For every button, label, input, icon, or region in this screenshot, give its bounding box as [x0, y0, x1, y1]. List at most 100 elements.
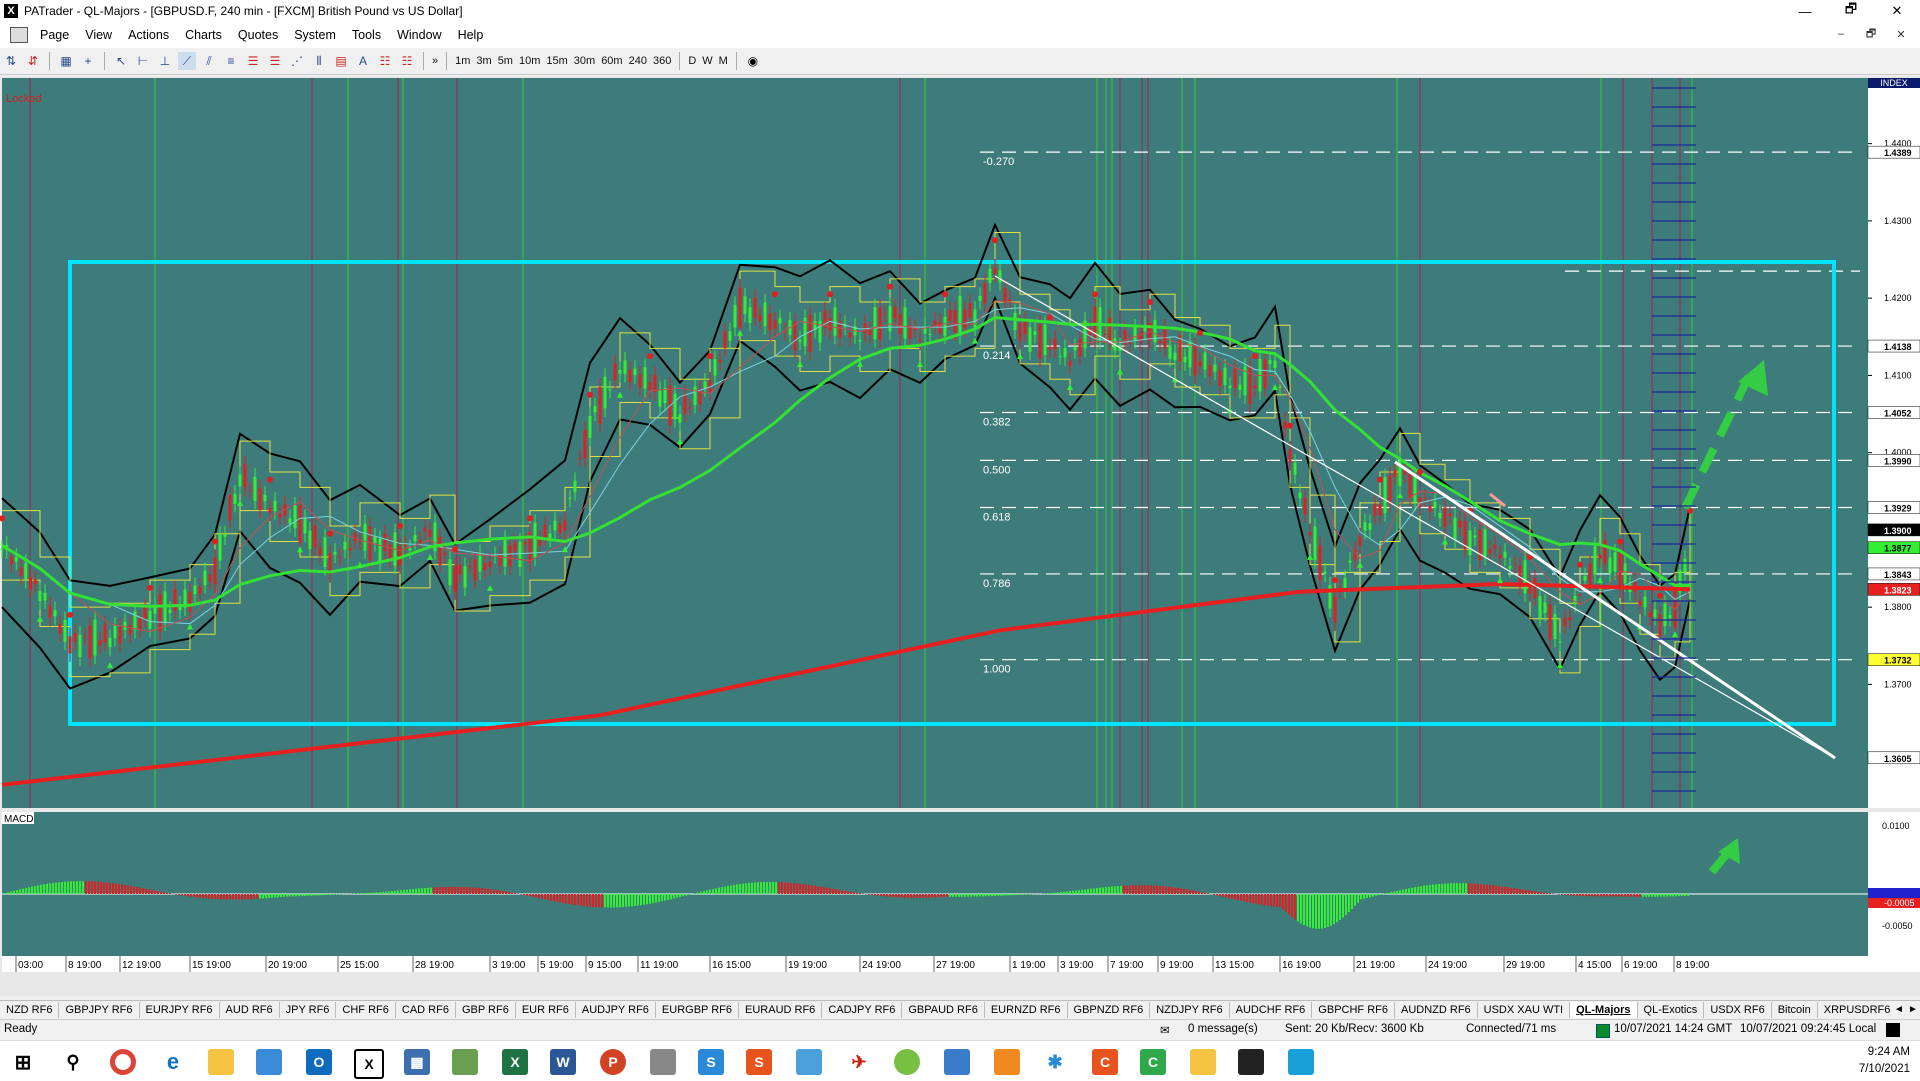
price-pane[interactable]	[2, 78, 1868, 808]
tab-audjpy-rf6[interactable]: AUDJPY RF6	[576, 1002, 656, 1018]
tab-aud-rf6[interactable]: AUD RF6	[220, 1002, 280, 1018]
trendline-icon[interactable]: ⟋	[178, 52, 196, 70]
menu-page[interactable]: Page	[32, 28, 77, 42]
search-icon[interactable]: ⚲	[60, 1049, 86, 1075]
tab-usdx-xau-wti[interactable]: USDX XAU WTI	[1478, 1002, 1570, 1018]
excel-icon[interactable]: X	[502, 1049, 528, 1075]
chart-icon[interactable]: ▦	[57, 52, 75, 70]
menu-charts[interactable]: Charts	[177, 28, 230, 42]
taskbar-clock[interactable]: 9:24 AM 7/10/2021	[1859, 1044, 1910, 1078]
tab-gbpnzd-rf6[interactable]: GBPNZD RF6	[1068, 1002, 1151, 1018]
tab-bitcoin[interactable]: Bitcoin	[1772, 1002, 1818, 1018]
app-icon-6[interactable]: ✈	[846, 1049, 872, 1075]
crosshair-icon[interactable]: +	[79, 52, 97, 70]
tab-euraud-rf6[interactable]: EURAUD RF6	[739, 1002, 822, 1018]
buy-icon[interactable]: ⇅	[2, 52, 20, 70]
page-icon[interactable]	[10, 27, 28, 43]
tab-audchf-rf6[interactable]: AUDCHF RF6	[1230, 1002, 1313, 1018]
tf-10m[interactable]: 10m	[516, 55, 543, 67]
price-chart[interactable]: -0.2700.2140.3820.5000.6180.7861.000 Loc…	[0, 76, 1920, 996]
tab-nzd-rf6[interactable]: NZD RF6	[0, 1002, 59, 1018]
tf-15m[interactable]: 15m	[543, 55, 570, 67]
chrome-icon[interactable]	[110, 1049, 136, 1075]
menu-tools[interactable]: Tools	[344, 28, 389, 42]
mdi-minimize-button[interactable]: ‒	[1830, 26, 1852, 42]
tab-gbpaud-rf6[interactable]: GBPAUD RF6	[902, 1002, 984, 1018]
app-icon-2[interactable]	[452, 1049, 478, 1075]
mdi-restore-button[interactable]: 🗗	[1860, 26, 1882, 42]
tf-d[interactable]: D	[685, 55, 699, 67]
gann-icon[interactable]: ☷	[376, 52, 394, 70]
tab-audnzd-rf6[interactable]: AUDNZD RF6	[1395, 1002, 1478, 1018]
app-icon-1[interactable]	[256, 1049, 282, 1075]
fibonacci-icon[interactable]: ≡	[222, 52, 240, 70]
tab-chf-rf6[interactable]: CHF RF6	[336, 1002, 395, 1018]
file-explorer-icon[interactable]	[208, 1049, 234, 1075]
app-icon-4[interactable]: S	[746, 1049, 772, 1075]
tab-gbp-rf6[interactable]: GBP RF6	[456, 1002, 516, 1018]
menu-window[interactable]: Window	[389, 28, 449, 42]
tab-next-icon[interactable]: ►	[1906, 1001, 1920, 1019]
app-icon-9[interactable]	[994, 1049, 1020, 1075]
app-icon-3[interactable]	[650, 1049, 676, 1075]
outlook-icon[interactable]: O	[306, 1049, 332, 1075]
mdi-close-button[interactable]: ✕	[1890, 26, 1912, 42]
tab-usdx-rf6[interactable]: USDX RF6	[1704, 1002, 1771, 1018]
tf-5m[interactable]: 5m	[495, 55, 516, 67]
tab-gbpjpy-rf6[interactable]: GBPJPY RF6	[59, 1002, 139, 1018]
edge-icon[interactable]: e	[160, 1049, 186, 1075]
tab-eurnzd-rf6[interactable]: EURNZD RF6	[985, 1002, 1068, 1018]
fib-extension-icon[interactable]: ☰	[266, 52, 284, 70]
chart-window[interactable]: -0.2700.2140.3820.5000.6180.7861.000 Loc…	[0, 76, 1920, 986]
toolbar-overflow[interactable]: »	[429, 55, 441, 67]
tab-prev-icon[interactable]: ◄	[1892, 1001, 1906, 1019]
minimize-button[interactable]: —	[1782, 0, 1828, 22]
price-axis[interactable]	[1868, 78, 1920, 808]
tab-jpy-rf6[interactable]: JPY RF6	[280, 1002, 337, 1018]
tf-w[interactable]: W	[699, 55, 715, 67]
tf-3m[interactable]: 3m	[473, 55, 494, 67]
tf-30m[interactable]: 30m	[571, 55, 598, 67]
menu-view[interactable]: View	[77, 28, 120, 42]
menu-quotes[interactable]: Quotes	[230, 28, 286, 42]
cursor-icon[interactable]: ↖	[112, 52, 130, 70]
tab-eurjpy-rf6[interactable]: EURJPY RF6	[140, 1002, 220, 1018]
word-icon[interactable]: W	[550, 1049, 576, 1075]
app-icon-13[interactable]	[1190, 1049, 1216, 1075]
mail-icon[interactable]: ✉	[1160, 1023, 1170, 1037]
vertical-line-icon[interactable]: ⊢	[134, 52, 152, 70]
macd-axis[interactable]	[1868, 812, 1920, 956]
skype-icon[interactable]: S	[698, 1049, 724, 1075]
tab-xrpusdrf6[interactable]: XRPUSDRF6	[1818, 1002, 1898, 1018]
tab-eur-rf6[interactable]: EUR RF6	[516, 1002, 576, 1018]
app-icon-15[interactable]	[1288, 1049, 1314, 1075]
gann-box-icon[interactable]: ☷	[398, 52, 416, 70]
app-icon-10[interactable]: ✱	[1042, 1049, 1068, 1075]
windows-start-icon[interactable]: ⊞	[10, 1049, 36, 1075]
close-button[interactable]: ✕	[1874, 0, 1920, 22]
app-icon-7[interactable]	[894, 1049, 920, 1075]
tab-nzdjpy-rf6[interactable]: NZDJPY RF6	[1150, 1002, 1229, 1018]
channel-icon[interactable]: ⫽	[200, 52, 218, 70]
tab-ql-exotics[interactable]: QL-Exotics	[1638, 1002, 1705, 1018]
app-icon-8[interactable]	[944, 1049, 970, 1075]
tf-1m[interactable]: 1m	[452, 55, 473, 67]
calculator-icon[interactable]: ▦	[404, 1049, 430, 1075]
clock-icon[interactable]: ◉	[744, 52, 762, 70]
app-icon-11[interactable]: C	[1092, 1049, 1118, 1075]
menu-system[interactable]: System	[286, 28, 344, 42]
tab-gbpchf-rf6[interactable]: GBPCHF RF6	[1312, 1002, 1395, 1018]
menu-help[interactable]: Help	[450, 28, 492, 42]
fan-icon[interactable]: ⋰	[288, 52, 306, 70]
tf-360[interactable]: 360	[650, 55, 674, 67]
powerpoint-icon[interactable]: P	[600, 1049, 626, 1075]
tab-eurgbp-rf6[interactable]: EURGBP RF6	[656, 1002, 739, 1018]
cycle-icon[interactable]: ⦀	[310, 52, 328, 70]
app-icon-5[interactable]	[796, 1049, 822, 1075]
app-icon-12[interactable]: C	[1140, 1049, 1166, 1075]
status-messages[interactable]: 0 message(s)	[1188, 1023, 1258, 1035]
sell-icon[interactable]: ⇵	[24, 52, 42, 70]
menu-actions[interactable]: Actions	[120, 28, 177, 42]
horizontal-line-icon[interactable]: ⊥	[156, 52, 174, 70]
text-icon[interactable]: A	[354, 52, 372, 70]
